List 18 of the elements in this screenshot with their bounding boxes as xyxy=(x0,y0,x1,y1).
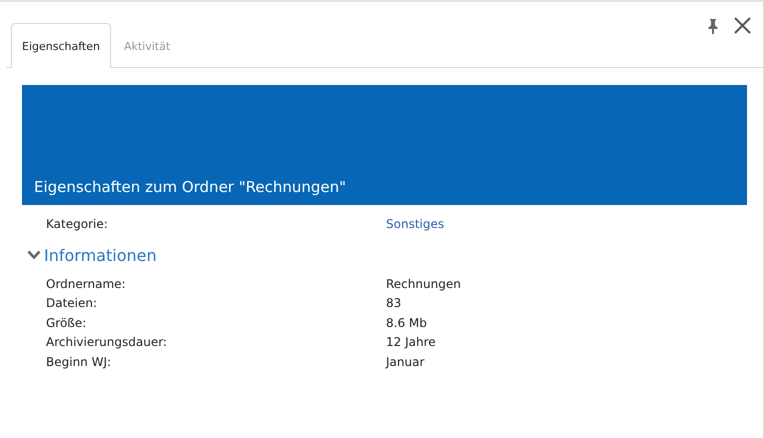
field-label: Kategorie: xyxy=(46,216,109,233)
field-label: Ordnername: xyxy=(46,276,127,292)
field-label: Archivierungsdauer: xyxy=(46,334,168,351)
field-label: Beginn WJ: xyxy=(46,354,112,370)
field-value: Rechnungen xyxy=(386,276,461,292)
field-label: Größe: xyxy=(46,314,88,332)
banner-title: Eigenschaften zum Ordner "Rechnungen" xyxy=(34,178,346,196)
field-value: 8.6 Mb xyxy=(386,314,427,332)
pin-icon[interactable] xyxy=(707,18,719,34)
section-title[interactable]: Informationen xyxy=(44,246,157,264)
close-icon[interactable] xyxy=(734,17,751,34)
field-label: Dateien: xyxy=(46,295,98,312)
field-value: 12 Jahre xyxy=(386,334,436,351)
chevron-icon[interactable] xyxy=(27,250,41,260)
field-value: 83 xyxy=(386,295,402,312)
category-link[interactable]: Sonstiges xyxy=(386,215,444,234)
tab[interactable]: Eigenschaften xyxy=(11,23,111,68)
field-value: Januar xyxy=(386,354,424,370)
